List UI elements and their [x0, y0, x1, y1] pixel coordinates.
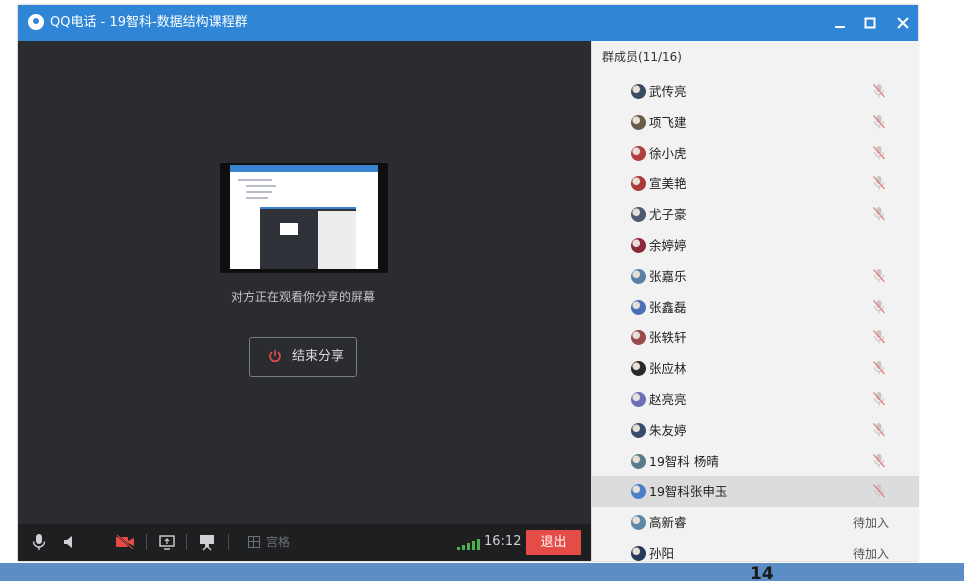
page-number: 14	[750, 564, 774, 584]
member-row[interactable]: 张嘉乐	[592, 261, 919, 292]
avatar	[631, 299, 646, 315]
avatar	[631, 453, 646, 469]
member-name: 19智科 杨晴	[649, 453, 719, 469]
member-row[interactable]: 宣美艳	[592, 168, 919, 199]
member-name: 朱友婷	[649, 422, 687, 438]
member-row[interactable]: 高新睿 待加入	[592, 507, 919, 538]
title-bar[interactable]: QQ电话 - 19智科-数据结构课程群	[18, 5, 918, 41]
presenter-icon[interactable]	[198, 533, 216, 551]
minimize-icon[interactable]	[830, 13, 850, 33]
mic-muted-icon	[873, 176, 885, 190]
member-panel: 群成员(11/16) 武传亮项飞建徐小虎宣美艳尤子豪余婷婷张嘉乐张鑫磊张轶轩张应…	[591, 41, 919, 561]
shared-screen-preview	[230, 165, 378, 269]
mic-muted-icon	[873, 207, 885, 221]
member-row[interactable]: 项飞建	[592, 107, 919, 138]
member-name: 张应林	[649, 361, 687, 377]
member-row[interactable]: 张轶轩	[592, 322, 919, 353]
end-share-label: 结束分享	[292, 349, 345, 364]
mic-muted-icon	[873, 422, 885, 437]
member-name: 尤子豪	[649, 207, 687, 223]
avatar	[631, 114, 646, 130]
member-name: 徐小虎	[649, 145, 687, 161]
mic-muted-icon	[873, 330, 885, 344]
member-row[interactable]: 尤子豪	[592, 199, 919, 230]
avatar	[631, 515, 646, 531]
member-name: 余婷婷	[649, 238, 687, 253]
member-row[interactable]: 朱友婷	[592, 415, 919, 446]
member-status: 待加入	[853, 547, 890, 561]
member-name: 高新睿	[649, 515, 687, 531]
member-name: 19智科张申玉	[649, 484, 728, 500]
member-row[interactable]: 19智科张申玉	[592, 476, 919, 508]
shared-screen-thumbnail	[220, 163, 388, 273]
slide-footer-bar	[0, 563, 964, 581]
mic-muted-icon	[873, 484, 885, 498]
camera-off-icon[interactable]	[114, 533, 136, 551]
member-name: 赵亮亮	[649, 392, 687, 407]
window-title: QQ电话 - 19智科-数据结构课程群	[50, 15, 248, 30]
member-row[interactable]: 赵亮亮	[592, 384, 919, 415]
mic-muted-icon	[873, 299, 885, 314]
qq-call-window: QQ电话 - 19智科-数据结构课程群 对方正在观看你分享的屏幕 结束分享 宫格…	[18, 5, 919, 561]
avatar	[631, 484, 646, 500]
avatar	[631, 145, 646, 161]
member-name: 孙阳	[649, 546, 675, 561]
share-area: 对方正在观看你分享的屏幕 结束分享	[18, 41, 591, 524]
mic-muted-icon	[873, 145, 885, 160]
member-status: 待加入	[853, 516, 890, 531]
mic-muted-icon	[873, 361, 885, 375]
member-row[interactable]: 张鑫磊	[592, 292, 919, 323]
screen-share-icon[interactable]	[158, 533, 176, 551]
avatar	[631, 84, 646, 99]
member-name: 张轶轩	[649, 330, 687, 346]
microphone-icon[interactable]	[30, 533, 48, 551]
maximize-icon[interactable]	[860, 13, 880, 33]
speaker-icon[interactable]	[61, 533, 79, 551]
member-row[interactable]: 张应林	[592, 353, 919, 384]
grid-view-label: 宫格	[266, 535, 291, 549]
member-row[interactable]: 余婷婷	[592, 230, 919, 261]
signal-icon	[457, 539, 480, 550]
avatar	[631, 361, 646, 377]
power-icon	[269, 350, 281, 363]
member-row[interactable]: 武传亮	[592, 76, 919, 107]
call-timer: 16:12	[484, 534, 522, 549]
avatar	[631, 238, 646, 253]
avatar	[631, 392, 646, 407]
mic-muted-icon	[873, 114, 885, 129]
share-status-text: 对方正在观看你分享的屏幕	[230, 290, 375, 304]
member-name: 宣美艳	[649, 176, 687, 192]
member-name: 张鑫磊	[649, 299, 687, 315]
avatar	[631, 268, 646, 284]
exit-button[interactable]: 退出	[526, 530, 581, 555]
member-row[interactable]: 徐小虎	[592, 138, 919, 169]
member-count-header: 群成员(11/16)	[602, 50, 682, 64]
close-icon[interactable]	[893, 13, 913, 33]
mic-muted-icon	[873, 392, 885, 406]
avatar	[631, 546, 646, 561]
call-toolbar: 宫格 16:12 退出	[18, 524, 591, 561]
qq-location-icon	[28, 14, 44, 30]
mic-muted-icon	[873, 453, 885, 468]
avatar	[631, 176, 646, 192]
grid-view-button[interactable]: 宫格	[248, 534, 290, 550]
member-name: 项飞建	[649, 114, 687, 130]
mic-muted-icon	[873, 268, 885, 283]
grid-icon	[248, 536, 260, 548]
member-row[interactable]: 19智科 杨晴	[592, 446, 919, 477]
member-name: 张嘉乐	[649, 268, 687, 284]
mic-muted-icon	[873, 84, 885, 98]
avatar	[631, 207, 646, 223]
avatar	[631, 422, 646, 438]
avatar	[631, 330, 646, 346]
end-share-button[interactable]: 结束分享	[249, 337, 357, 377]
member-name: 武传亮	[649, 84, 687, 99]
